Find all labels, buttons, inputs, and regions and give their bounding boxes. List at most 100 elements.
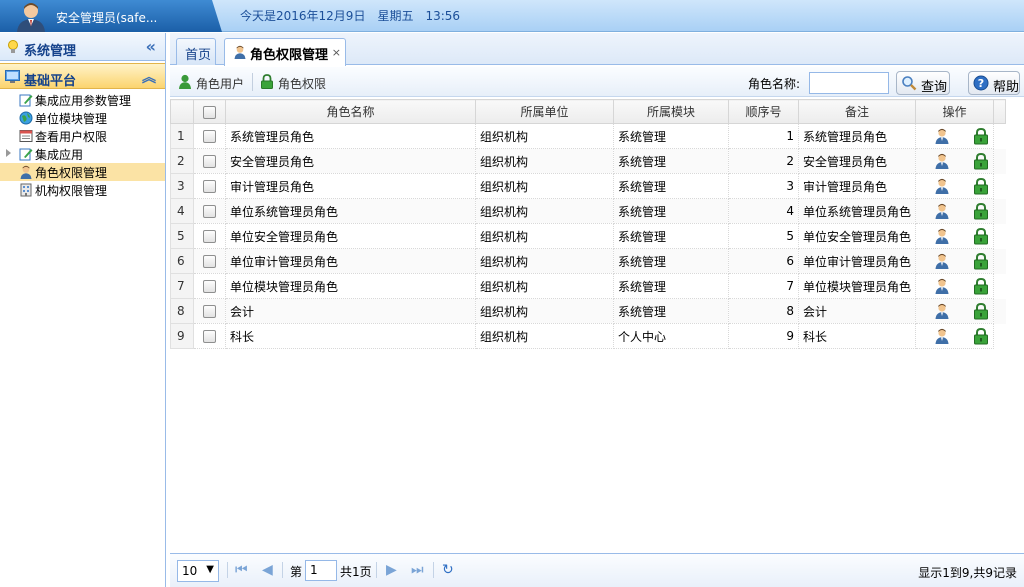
role-user-button[interactable]: 角色用户 [174,70,250,94]
sidebar-item-view-user-permissions[interactable]: 查看用户权限 [0,127,165,145]
row-checkbox[interactable] [203,155,216,168]
sidebar-item-unit-modules[interactable]: 单位模块管理 [0,109,165,127]
row-checkbox[interactable] [203,130,216,143]
role-permission-action-icon[interactable] [972,152,990,170]
prev-page-icon[interactable]: ◀ [262,562,273,578]
column-header-remark[interactable]: 备注 [797,99,917,124]
collapse-sidebar-icon[interactable]: « [146,37,156,56]
tab-home[interactable]: 首页 [176,38,216,65]
sidebar-item-integration-apps[interactable]: 集成应用 [0,145,165,163]
row-checkbox[interactable] [203,330,216,343]
cell-remark: 单位安全管理员角色 [797,223,917,249]
row-number: 2 [170,148,194,174]
next-page-icon[interactable]: ▶ [386,562,397,578]
total-pages-text: 共1页 [340,565,372,579]
select-all-checkbox[interactable] [203,105,216,119]
row-checkbox[interactable] [203,205,216,218]
chevron-up-icon[interactable]: ︽ [142,67,156,87]
cell-role-name: 单位模块管理员角色 [225,273,476,299]
building-icon [20,183,32,197]
table-row[interactable]: 7 单位模块管理员角色 组织机构 系统管理 7 单位模块管理员角色 [170,273,1006,299]
role-permission-action-icon[interactable] [972,302,990,320]
role-permission-action-icon[interactable] [972,177,990,195]
role-user-action-icon[interactable] [934,228,950,244]
refresh-icon[interactable]: ↻ [442,562,454,578]
sidebar-group-header[interactable]: 基础平台 ︽ [0,63,165,89]
table-row[interactable]: 5 单位安全管理员角色 组织机构 系统管理 5 单位安全管理员角色 [170,223,1006,249]
first-page-icon[interactable]: ⏮ [235,562,248,578]
role-user-action-icon[interactable] [934,203,950,219]
row-checkbox[interactable] [203,230,216,243]
column-header-role-name[interactable]: 角色名称 [225,99,476,124]
table-row[interactable]: 1 系统管理员角色 组织机构 系统管理 1 系统管理员角色 [170,123,1006,149]
row-checkbox[interactable] [203,280,216,293]
sidebar-item-label: 机构权限管理 [35,184,108,198]
table-row[interactable]: 8 会计 组织机构 系统管理 8 会计 [170,298,1006,324]
table-row[interactable]: 4 单位系统管理员角色 组织机构 系统管理 4 单位系统管理员角色 [170,198,1006,224]
sidebar-item-role-permissions[interactable]: 角色权限管理 [0,163,165,181]
role-permission-action-icon[interactable] [972,202,990,220]
button-label: 查询 [921,80,948,95]
expand-arrow-icon[interactable] [6,149,11,157]
row-number-header [170,99,194,124]
sidebar-item-label: 单位模块管理 [35,112,108,126]
cell-unit: 组织机构 [475,173,614,199]
column-header-order[interactable]: 顺序号 [728,99,799,124]
toolbar-divider [252,73,253,91]
role-name-input[interactable] [809,72,889,94]
user-icon [234,45,246,59]
tab-role-permissions[interactable]: 角色权限管理 × [224,38,346,66]
role-user-action-icon[interactable] [934,153,950,169]
scroll-gutter-cell [993,298,1006,324]
role-permission-action-icon[interactable] [972,252,990,270]
sidebar-item-integration-params[interactable]: 集成应用参数管理 [0,91,165,109]
date-text: 今天是2016年12月9日 星期五 13:56 [240,9,461,23]
select-all-header [193,99,226,124]
table-row[interactable]: 6 单位审计管理员角色 组织机构 系统管理 6 单位审计管理员角色 [170,248,1006,274]
cell-actions [915,323,995,349]
help-button[interactable]: ? 帮助 [968,71,1020,95]
scroll-gutter-cell [993,198,1006,224]
table-row[interactable]: 9 科长 组织机构 个人中心 9 科长 [170,323,1006,349]
pager-divider [433,562,434,578]
role-user-action-icon[interactable] [934,253,950,269]
cell-unit: 组织机构 [475,148,614,174]
role-permission-action-icon[interactable] [972,277,990,295]
role-user-action-icon[interactable] [934,303,950,319]
last-page-icon[interactable]: ⏭ [411,562,424,578]
pager-divider [227,562,228,578]
query-button[interactable]: 查询 [896,71,950,95]
table-row[interactable]: 3 审计管理员角色 组织机构 系统管理 3 审计管理员角色 [170,173,1006,199]
row-checkbox[interactable] [203,255,216,268]
cell-role-name: 安全管理员角色 [225,148,476,174]
cell-unit: 组织机构 [475,198,614,224]
role-user-action-icon[interactable] [934,328,950,344]
row-checkbox[interactable] [203,305,216,318]
cell-actions [915,273,995,299]
cell-order: 9 [728,323,799,349]
cell-actions [915,248,995,274]
scroll-gutter-cell [994,324,1006,349]
role-permission-action-icon[interactable] [972,327,990,345]
sidebar-item-org-permissions[interactable]: 机构权限管理 [0,181,165,199]
current-page-input[interactable]: 1 [305,560,337,581]
column-header-module[interactable]: 所属模块 [613,99,729,124]
cell-role-name: 审计管理员角色 [225,173,476,199]
cell-actions [915,173,995,199]
tab-label: 角色权限管理 [250,48,329,63]
column-header-unit[interactable]: 所属单位 [475,99,614,124]
role-user-action-icon[interactable] [934,128,950,144]
row-number: 3 [170,173,194,199]
row-checkbox[interactable] [203,180,216,193]
role-permission-action-icon[interactable] [972,127,990,145]
role-permission-button[interactable]: 角色权限 [256,70,332,94]
role-user-action-icon[interactable] [934,178,950,194]
search-icon [902,76,917,91]
calendar-icon [19,130,33,142]
close-icon[interactable]: × [332,46,341,59]
cell-remark: 系统管理员角色 [797,123,917,149]
role-user-action-icon[interactable] [934,278,950,294]
page-size-select[interactable]: 10 ▼ [177,560,219,582]
role-permission-action-icon[interactable] [972,227,990,245]
table-row[interactable]: 2 安全管理员角色 组织机构 系统管理 2 安全管理员角色 [170,148,1006,174]
